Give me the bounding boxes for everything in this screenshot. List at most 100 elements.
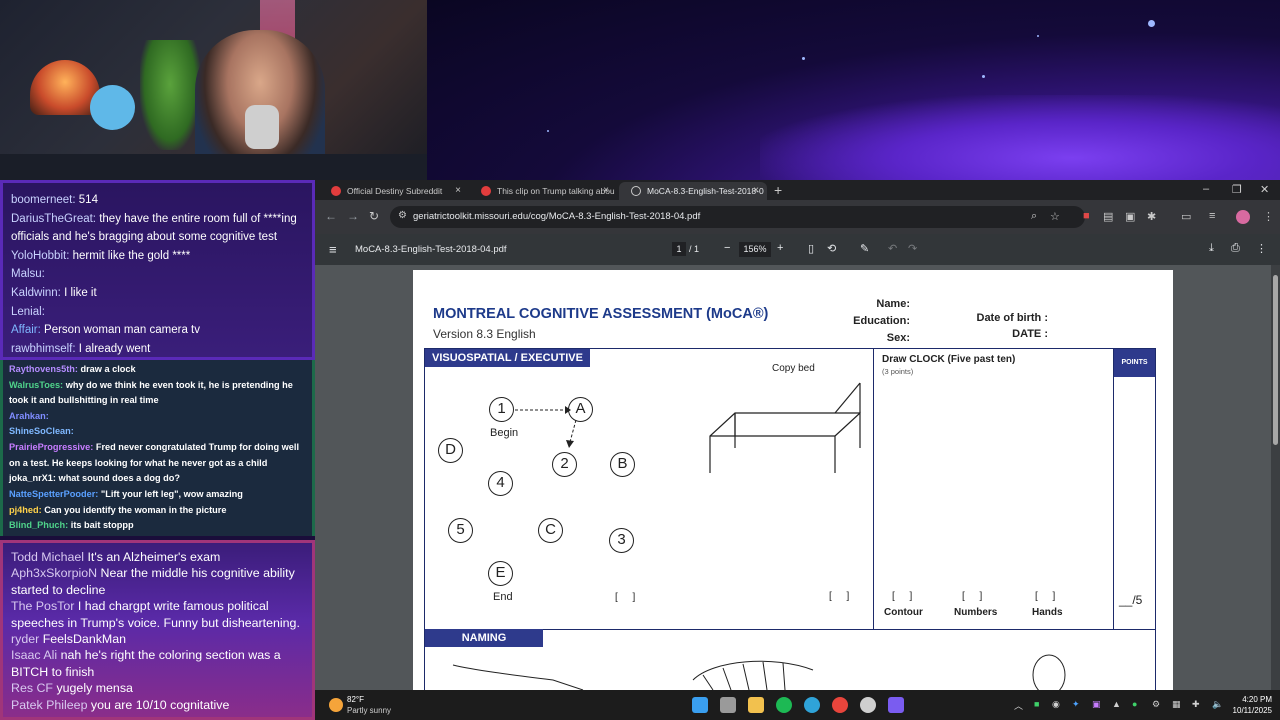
download-icon[interactable]: ⤓: [1209, 242, 1214, 255]
zoom-in-icon[interactable]: +: [777, 242, 783, 254]
extension-icon[interactable]: ■: [1083, 210, 1090, 222]
spotify-icon[interactable]: [776, 697, 792, 713]
tray-app-icon[interactable]: ▲: [1112, 699, 1121, 709]
volume-icon[interactable]: 🔈: [1212, 699, 1223, 710]
score-label: __/5: [1119, 593, 1143, 607]
edge-icon[interactable]: [804, 697, 820, 713]
end-label: End: [493, 591, 513, 603]
chat-username[interactable]: YoloHobbit:: [11, 250, 69, 262]
hands-label: Hands: [1032, 607, 1063, 618]
more-options-icon[interactable]: ⋮: [1256, 242, 1267, 255]
chat-username[interactable]: boomerneet:: [11, 194, 76, 206]
chat-username[interactable]: ShineSoClean:: [9, 426, 74, 436]
print-icon[interactable]: ⎙: [1231, 242, 1240, 255]
tray-app-icon[interactable]: ◉: [1052, 699, 1060, 710]
chat-username[interactable]: Malsu:: [11, 268, 45, 280]
tray-app-icon[interactable]: ✚: [1192, 699, 1200, 710]
tray-app-icon[interactable]: ●: [1132, 699, 1137, 709]
page-number-input[interactable]: 1: [672, 242, 686, 256]
app-icon[interactable]: [860, 697, 876, 713]
extension-icon[interactable]: ▤: [1103, 210, 1113, 223]
trail-node-4: 4: [488, 471, 513, 496]
hamburger-menu-icon[interactable]: ≡: [329, 242, 337, 257]
chat-username[interactable]: Affair:: [11, 324, 41, 336]
new-tab-button[interactable]: +: [774, 182, 782, 198]
fit-page-icon[interactable]: ▯: [808, 242, 814, 255]
chat-username[interactable]: Raythovens5th:: [9, 364, 78, 374]
chat-username[interactable]: Blind_Phuch:: [9, 520, 68, 530]
chat-username[interactable]: Kaldwinn:: [11, 287, 61, 299]
app-icon[interactable]: [888, 697, 904, 713]
side-panel-icon[interactable]: ▭: [1181, 210, 1191, 223]
forward-button[interactable]: →: [347, 209, 359, 223]
pdf-viewer[interactable]: MONTREAL COGNITIVE ASSESSMENT (MoCA®) Ve…: [315, 265, 1280, 690]
redo-icon[interactable]: ↷: [908, 242, 917, 255]
file-explorer-icon[interactable]: [748, 697, 764, 713]
chat-username[interactable]: rawbhimself:: [11, 343, 76, 355]
tray-overflow-icon[interactable]: ︿: [1014, 699, 1023, 712]
chrome-window: Official Destiny Subreddit × This clip o…: [315, 180, 1280, 690]
undo-icon[interactable]: ↶: [888, 242, 897, 255]
profile-avatar[interactable]: [1236, 210, 1250, 224]
annotate-icon[interactable]: ✎: [860, 242, 869, 255]
chat-username[interactable]: NatteSpetterPooder:: [9, 489, 98, 499]
close-icon[interactable]: ×: [603, 185, 609, 196]
address-bar[interactable]: ⚙ geriatrictoolkit.missouri.edu/cog/MoCA…: [390, 206, 1085, 228]
extensions-puzzle-icon[interactable]: ✱: [1147, 210, 1156, 223]
zoom-icon[interactable]: ⌕: [1031, 210, 1037, 223]
chat-username[interactable]: joka_nrX1:: [9, 473, 56, 483]
reddit-icon: [331, 186, 341, 196]
chat-text: yugely mensa: [56, 681, 133, 696]
task-view-icon[interactable]: [720, 697, 736, 713]
numbers-label: Numbers: [954, 607, 998, 618]
chat-text: I already went: [78, 342, 151, 355]
chat-username[interactable]: Aph3xSkorpioN: [11, 566, 97, 580]
chat-username[interactable]: Arahkan:: [9, 411, 49, 421]
chat-message: rawbhimself: I already went: [11, 340, 304, 357]
close-icon[interactable]: ×: [753, 185, 759, 196]
chat-username[interactable]: PrairieProgressive:: [9, 442, 93, 452]
vertical-scrollbar[interactable]: [1271, 265, 1280, 690]
minimize-button[interactable]: –: [1203, 183, 1209, 195]
chat-username[interactable]: DariusTheGreat:: [11, 213, 96, 225]
zoom-level-input[interactable]: 156%: [739, 242, 771, 257]
rotate-icon[interactable]: ⟲: [827, 242, 836, 255]
close-window-button[interactable]: ✕: [1260, 183, 1269, 196]
chat-username[interactable]: Isaac Ali: [11, 648, 57, 662]
chat-message: pj4hed: Can you identify the woman in th…: [9, 503, 306, 519]
trail-node-1: 1: [489, 397, 514, 422]
site-info-icon[interactable]: ⚙: [398, 210, 407, 221]
chat-username[interactable]: WalrusToes:: [9, 380, 63, 390]
tray-app-icon[interactable]: ▦: [1172, 699, 1181, 710]
chat-username[interactable]: Todd Michael: [11, 550, 84, 564]
chat-username[interactable]: pj4hed:: [9, 505, 42, 515]
menu-kebab-icon[interactable]: ⋮: [1263, 210, 1274, 223]
tray-app-icon[interactable]: ✦: [1072, 699, 1080, 710]
scrollbar-thumb[interactable]: [1273, 275, 1278, 445]
tab-destiny-subreddit[interactable]: Official Destiny Subreddit ×: [319, 182, 469, 200]
zoom-out-icon[interactable]: −: [724, 242, 730, 254]
bookmark-star-icon[interactable]: ☆: [1050, 210, 1060, 223]
tab-label: This clip on Trump talking abou: [497, 186, 615, 196]
tab-moca-pdf[interactable]: MoCA-8.3-English-Test-2018-0 ×: [619, 182, 767, 200]
start-windows-icon[interactable]: [692, 697, 708, 713]
extension-icon[interactable]: ▣: [1125, 210, 1135, 223]
stream-background: [427, 0, 1280, 185]
close-icon[interactable]: ×: [455, 185, 461, 196]
media-icon[interactable]: ≡: [1209, 210, 1215, 222]
chat-username[interactable]: Res CF: [11, 681, 53, 695]
back-button[interactable]: ←: [325, 209, 337, 223]
chat-username[interactable]: Patek Phileep: [11, 698, 87, 712]
system-clock[interactable]: 4:20 PM 10/11/2025: [1233, 694, 1272, 716]
chrome-icon[interactable]: [832, 697, 848, 713]
chat-username[interactable]: ryder: [11, 632, 39, 646]
tray-app-icon[interactable]: ▣: [1092, 699, 1101, 710]
maximize-button[interactable]: ❐: [1232, 183, 1242, 196]
chat-username[interactable]: Lenial:: [11, 306, 45, 318]
contour-label: Contour: [884, 607, 923, 618]
reload-button[interactable]: ↻: [369, 209, 379, 223]
tab-trump-clip[interactable]: This clip on Trump talking abou ×: [469, 182, 617, 200]
tray-app-icon[interactable]: ■: [1034, 699, 1039, 709]
chat-username[interactable]: The PosTor: [11, 599, 74, 613]
tray-app-icon[interactable]: ⚙: [1152, 699, 1160, 710]
